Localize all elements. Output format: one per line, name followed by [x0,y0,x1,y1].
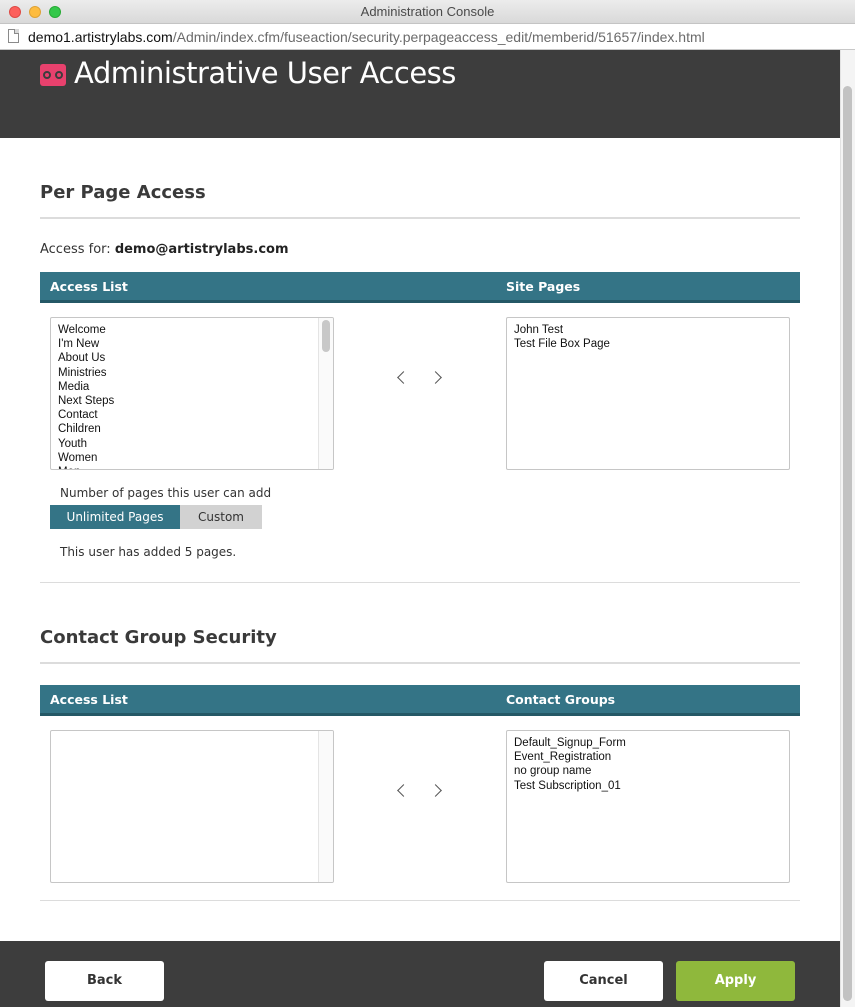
section-divider [40,582,800,583]
list-item[interactable]: Default_Signup_Form [514,736,626,750]
cancel-button[interactable]: Cancel [544,961,663,1001]
move-right-arrow-icon[interactable] [430,368,444,388]
list-item[interactable]: Event_Registration [514,750,626,764]
list-item[interactable]: John Test [514,323,610,337]
custom-pages-toggle[interactable]: Custom [180,505,262,529]
contact-access-list[interactable] [50,730,334,883]
list-item[interactable]: Test File Box Page [514,337,610,351]
unlimited-pages-toggle[interactable]: Unlimited Pages [50,505,180,529]
footer-bar: Back Cancel Apply [0,941,840,1007]
page-scrollbar-thumb[interactable] [843,86,852,1001]
app-header: Administrative User Access [0,50,840,138]
list-item[interactable]: Contact [58,408,114,422]
list-item[interactable]: Next Steps [58,394,114,408]
list-item[interactable]: Men [58,465,114,469]
pages-added-text: This user has added 5 pages. [60,545,237,559]
page-title: Administrative User Access [74,56,456,90]
url-path: /Admin/index.cfm/fuseaction/security.per… [172,29,705,45]
logo-icon [40,64,66,86]
list-item[interactable]: About Us [58,351,114,365]
contact-groups-header: Contact Groups [506,692,616,707]
contact-group-header-bar: Access List Contact Groups [40,685,800,716]
per-page-access-header-bar: Access List Site Pages [40,272,800,303]
window-title: Administration Console [360,4,495,19]
list-item[interactable]: Children [58,422,114,436]
access-for-label: Access for: [40,242,111,257]
per-page-access-title: Per Page Access [40,182,206,203]
contact-access-list-scrollbar[interactable] [318,731,333,882]
access-for-email: demo@artistrylabs.com [114,242,289,257]
list-item[interactable]: Media [58,380,114,394]
list-item[interactable]: Youth [58,437,114,451]
list-item[interactable]: Ministries [58,366,114,380]
page-access-list[interactable]: Welcome I'm New About Us Ministries Media Nex… [50,317,334,470]
contact-access-list-header: Access List [50,692,128,707]
pages-limit-label: Number of pages this user can add [60,486,272,500]
page-access-items: Welcome I'm New About Us Ministries Media Nex… [58,323,114,469]
access-for-line: Access for: demo@artistrylabs.com [40,242,289,257]
move-left-arrow-icon[interactable] [394,781,408,801]
access-list-header: Access List [50,279,128,294]
back-button[interactable]: Back [45,961,164,1001]
page-access-list-scroll-thumb[interactable] [322,320,330,352]
list-item[interactable]: Women [58,451,114,465]
document-icon [8,29,19,43]
section-divider [40,900,800,901]
browser-window: Administration Console demo1.artistrylab… [0,0,855,1007]
address-bar[interactable]: demo1.artistrylabs.com/Admin/index.cfm/f… [0,24,855,50]
site-pages-list[interactable]: John Test Test File Box Page [506,317,790,470]
section-divider [40,217,800,219]
list-item[interactable]: Test Subscription_01 [514,779,626,793]
list-item[interactable]: Welcome [58,323,114,337]
list-item[interactable]: I'm New [58,337,114,351]
section-divider [40,662,800,664]
url-host: demo1.artistrylabs.com [28,29,173,45]
apply-button[interactable]: Apply [676,961,795,1001]
move-right-arrow-icon[interactable] [430,781,444,801]
move-left-arrow-icon[interactable] [394,368,408,388]
contact-groups-list[interactable]: Default_Signup_Form Event_Registration no … [506,730,790,883]
site-pages-items: John Test Test File Box Page [514,323,610,351]
url-text[interactable]: demo1.artistrylabs.com/Admin/index.cfm/f… [28,29,705,45]
list-item[interactable]: no group name [514,764,626,778]
page-access-list-scrollbar[interactable] [318,318,333,469]
title-bar: Administration Console [0,0,855,24]
contact-groups-items: Default_Signup_Form Event_Registration no … [514,736,626,793]
site-pages-header: Site Pages [506,279,581,294]
contact-group-security-title: Contact Group Security [40,627,277,648]
